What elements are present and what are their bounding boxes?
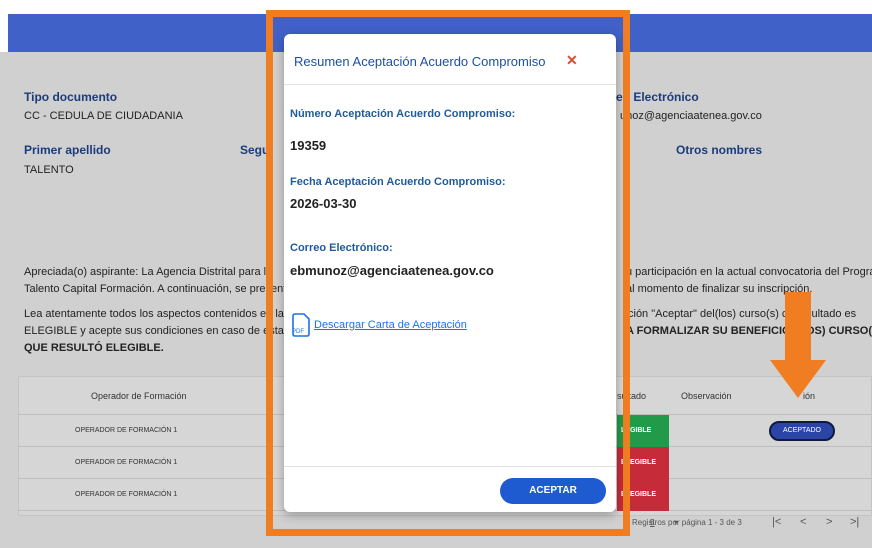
fecha-aceptacion-label: Fecha Aceptación Acuerdo Compromiso: [290, 176, 506, 188]
last-page-icon[interactable]: >| [850, 516, 859, 528]
download-link-text[interactable]: Descargar Carta de Aceptación [314, 319, 467, 331]
primer-apellido-value: TALENTO [24, 164, 74, 176]
pdf-icon-label: PDF [292, 329, 304, 335]
segundo-apellido-label: Segu [240, 143, 270, 157]
next-page-icon[interactable]: > [826, 516, 832, 528]
accept-button[interactable]: ACEPTAR [500, 478, 606, 504]
rows-per-page-label: Registros por página [632, 518, 706, 527]
first-page-icon[interactable]: |< [772, 516, 781, 528]
close-icon[interactable]: ✕ [566, 52, 578, 69]
correo-electronico-value: unoz@agenciaatenea.gov.co [620, 110, 762, 122]
instruction-line3: QUE RESULTÓ ELEGIBLE. [24, 342, 164, 354]
instruction-line2: ELEGIBLE y acepte sus condiciones en cas… [24, 325, 297, 337]
pdf-file-icon: PDF [292, 313, 310, 337]
row-operador: OPERADOR DE FORMACIÓN 1 [75, 427, 178, 434]
arrow-down-icon [770, 292, 826, 398]
chevron-down-icon[interactable]: ▾ [674, 518, 678, 527]
prev-page-icon[interactable]: < [800, 516, 806, 528]
fecha-aceptacion-value: 2026-03-30 [290, 196, 357, 211]
modal-header-divider [284, 84, 616, 85]
row-operador: OPERADOR DE FORMACIÓN 1 [75, 491, 178, 498]
rows-per-page-select[interactable]: 5 [650, 518, 654, 527]
numero-aceptacion-label: Número Aceptación Acuerdo Compromiso: [290, 108, 516, 120]
tipo-documento-value: CC - CEDULA DE CIUDADANIA [24, 110, 183, 122]
correo-label: Correo Electrónico: [290, 242, 393, 254]
header-observacion: Observación [681, 391, 732, 401]
numero-aceptacion-value: 19359 [290, 138, 327, 153]
instruction-line1: Lea atentamente todos los aspectos conte… [24, 308, 284, 320]
aceptado-button[interactable]: ACEPTADO [769, 421, 835, 441]
otros-nombres-label: Otros nombres [676, 143, 763, 157]
modal-footer-divider [284, 466, 616, 467]
intro-paragraph-line1: Apreciada(o) aspirante: La Agencia Distr… [24, 266, 273, 278]
row-operador: OPERADOR DE FORMACIÓN 1 [75, 459, 178, 466]
header-operador: Operador de Formación [91, 391, 187, 401]
intro-paragraph-line2: Talento Capital Formación. A continuació… [24, 283, 287, 295]
correo-value: ebmunoz@agenciaatenea.gov.co [290, 263, 494, 278]
download-letter-link[interactable]: PDF Descargar Carta de Aceptación [290, 312, 467, 338]
pagination-range: 1 - 3 de 3 [708, 518, 742, 527]
acceptance-summary-modal: Resumen Aceptación Acuerdo Compromiso ✕ … [284, 34, 616, 512]
modal-title: Resumen Aceptación Acuerdo Compromiso [294, 54, 546, 69]
primer-apellido-label: Primer apellido [24, 143, 111, 157]
instruction-line1-right: ción "Aceptar" del(los) curso(s) cu [628, 308, 794, 320]
tipo-documento-label: Tipo documento [24, 90, 118, 104]
intro-paragraph-line1-right: u participación en la actual convocatori… [626, 266, 872, 278]
